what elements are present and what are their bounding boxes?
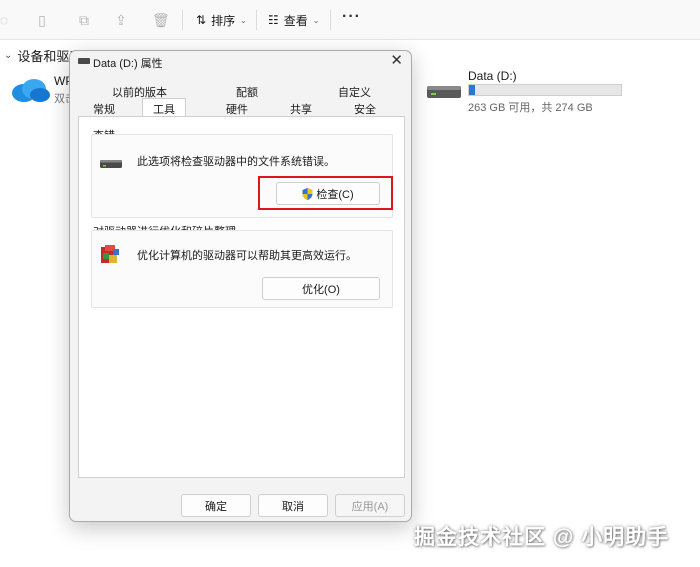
paste-icon[interactable]: ⧉ bbox=[76, 12, 92, 28]
tab-sharing[interactable]: 共享 bbox=[290, 101, 312, 117]
tab-customize[interactable]: 自定义 bbox=[338, 84, 371, 100]
sort-icon: ⇅ bbox=[196, 13, 207, 27]
properties-dialog: Data (D:) 属性 ✕ 以前的版本 配额 自定义 常规 工具 硬件 共享 … bbox=[69, 50, 412, 522]
more-options-button[interactable]: ··· bbox=[342, 8, 361, 26]
apply-button-label: 应用(A) bbox=[351, 500, 389, 513]
hard-drive-icon[interactable] bbox=[425, 80, 463, 102]
apply-button[interactable]: 应用(A) bbox=[335, 494, 405, 517]
dialog-titlebar[interactable]: Data (D:) 属性 ✕ bbox=[70, 51, 411, 73]
drive-usage-fill bbox=[469, 85, 476, 95]
toolbar-divider bbox=[330, 10, 331, 30]
tab-quota[interactable]: 配额 bbox=[236, 84, 258, 100]
tab-security[interactable]: 安全 bbox=[354, 101, 376, 117]
drive-free-space: 263 GB 可用，共 274 GB bbox=[468, 102, 593, 114]
drive-d-name[interactable]: Data (D:) bbox=[468, 69, 517, 83]
ok-button-label: 确定 bbox=[205, 500, 227, 513]
toolbar-divider bbox=[256, 10, 257, 30]
optimize-button-label: 优化(O) bbox=[302, 283, 340, 296]
chevron-down-icon: ⌄ bbox=[4, 49, 13, 61]
tab-row-upper: 以前的版本 配额 自定义 bbox=[76, 84, 406, 100]
cancel-button[interactable]: 取消 bbox=[258, 494, 328, 517]
explorer-toolbar: ◌ ▯ ⧉ ⇪ 🗑 ⇅ 排序 ⌄ ☷ 查看 ⌄ ··· bbox=[0, 0, 700, 40]
ok-button[interactable]: 确定 bbox=[181, 494, 251, 517]
dialog-title: Data (D:) 属性 bbox=[93, 58, 163, 70]
cancel-button-label: 取消 bbox=[282, 500, 304, 513]
optimize-description: 优化计算机的驱动器可以帮助其更高效运行。 bbox=[137, 250, 357, 262]
sort-label: 排序 bbox=[211, 13, 236, 28]
optimize-button[interactable]: 优化(O) bbox=[262, 277, 380, 300]
delete-icon[interactable]: 🗑 bbox=[152, 12, 170, 28]
tab-general[interactable]: 常规 bbox=[93, 101, 115, 117]
chat-icon[interactable]: ◌ bbox=[0, 12, 12, 28]
defragment-icon bbox=[101, 245, 119, 263]
toolbar-divider bbox=[182, 10, 183, 30]
check-description: 此选项将检查驱动器中的文件系统错误。 bbox=[137, 156, 335, 168]
close-icon[interactable]: ✕ bbox=[390, 53, 403, 69]
copy-icon[interactable]: ▯ bbox=[34, 12, 50, 28]
highlight-annotation-box bbox=[258, 176, 393, 210]
tab-hardware[interactable]: 硬件 bbox=[226, 101, 248, 117]
view-button[interactable]: ☷ 查看 ⌄ bbox=[268, 11, 319, 29]
drive-icon bbox=[78, 58, 90, 64]
onedrive-cloud-icon[interactable] bbox=[10, 76, 50, 104]
chevron-down-icon: ⌄ bbox=[312, 15, 320, 25]
share-icon[interactable]: ⇪ bbox=[113, 12, 129, 28]
tools-panel: 查错 此选项将检查驱动器中的文件系统错误。 检查(C) 对驱动器进行优化和碎片整… bbox=[78, 116, 405, 478]
view-label: 查看 bbox=[283, 13, 308, 28]
view-icon: ☷ bbox=[268, 13, 279, 27]
drive-usage-bar bbox=[468, 84, 622, 96]
chevron-down-icon: ⌄ bbox=[240, 15, 247, 25]
sort-button[interactable]: ⇅ 排序 ⌄ bbox=[196, 11, 247, 29]
tab-row-lower: 常规 工具 硬件 共享 安全 bbox=[76, 98, 406, 121]
watermark-text: 掘金技术社区 @ 小明助手 bbox=[414, 526, 670, 549]
hard-drive-icon bbox=[100, 160, 122, 168]
